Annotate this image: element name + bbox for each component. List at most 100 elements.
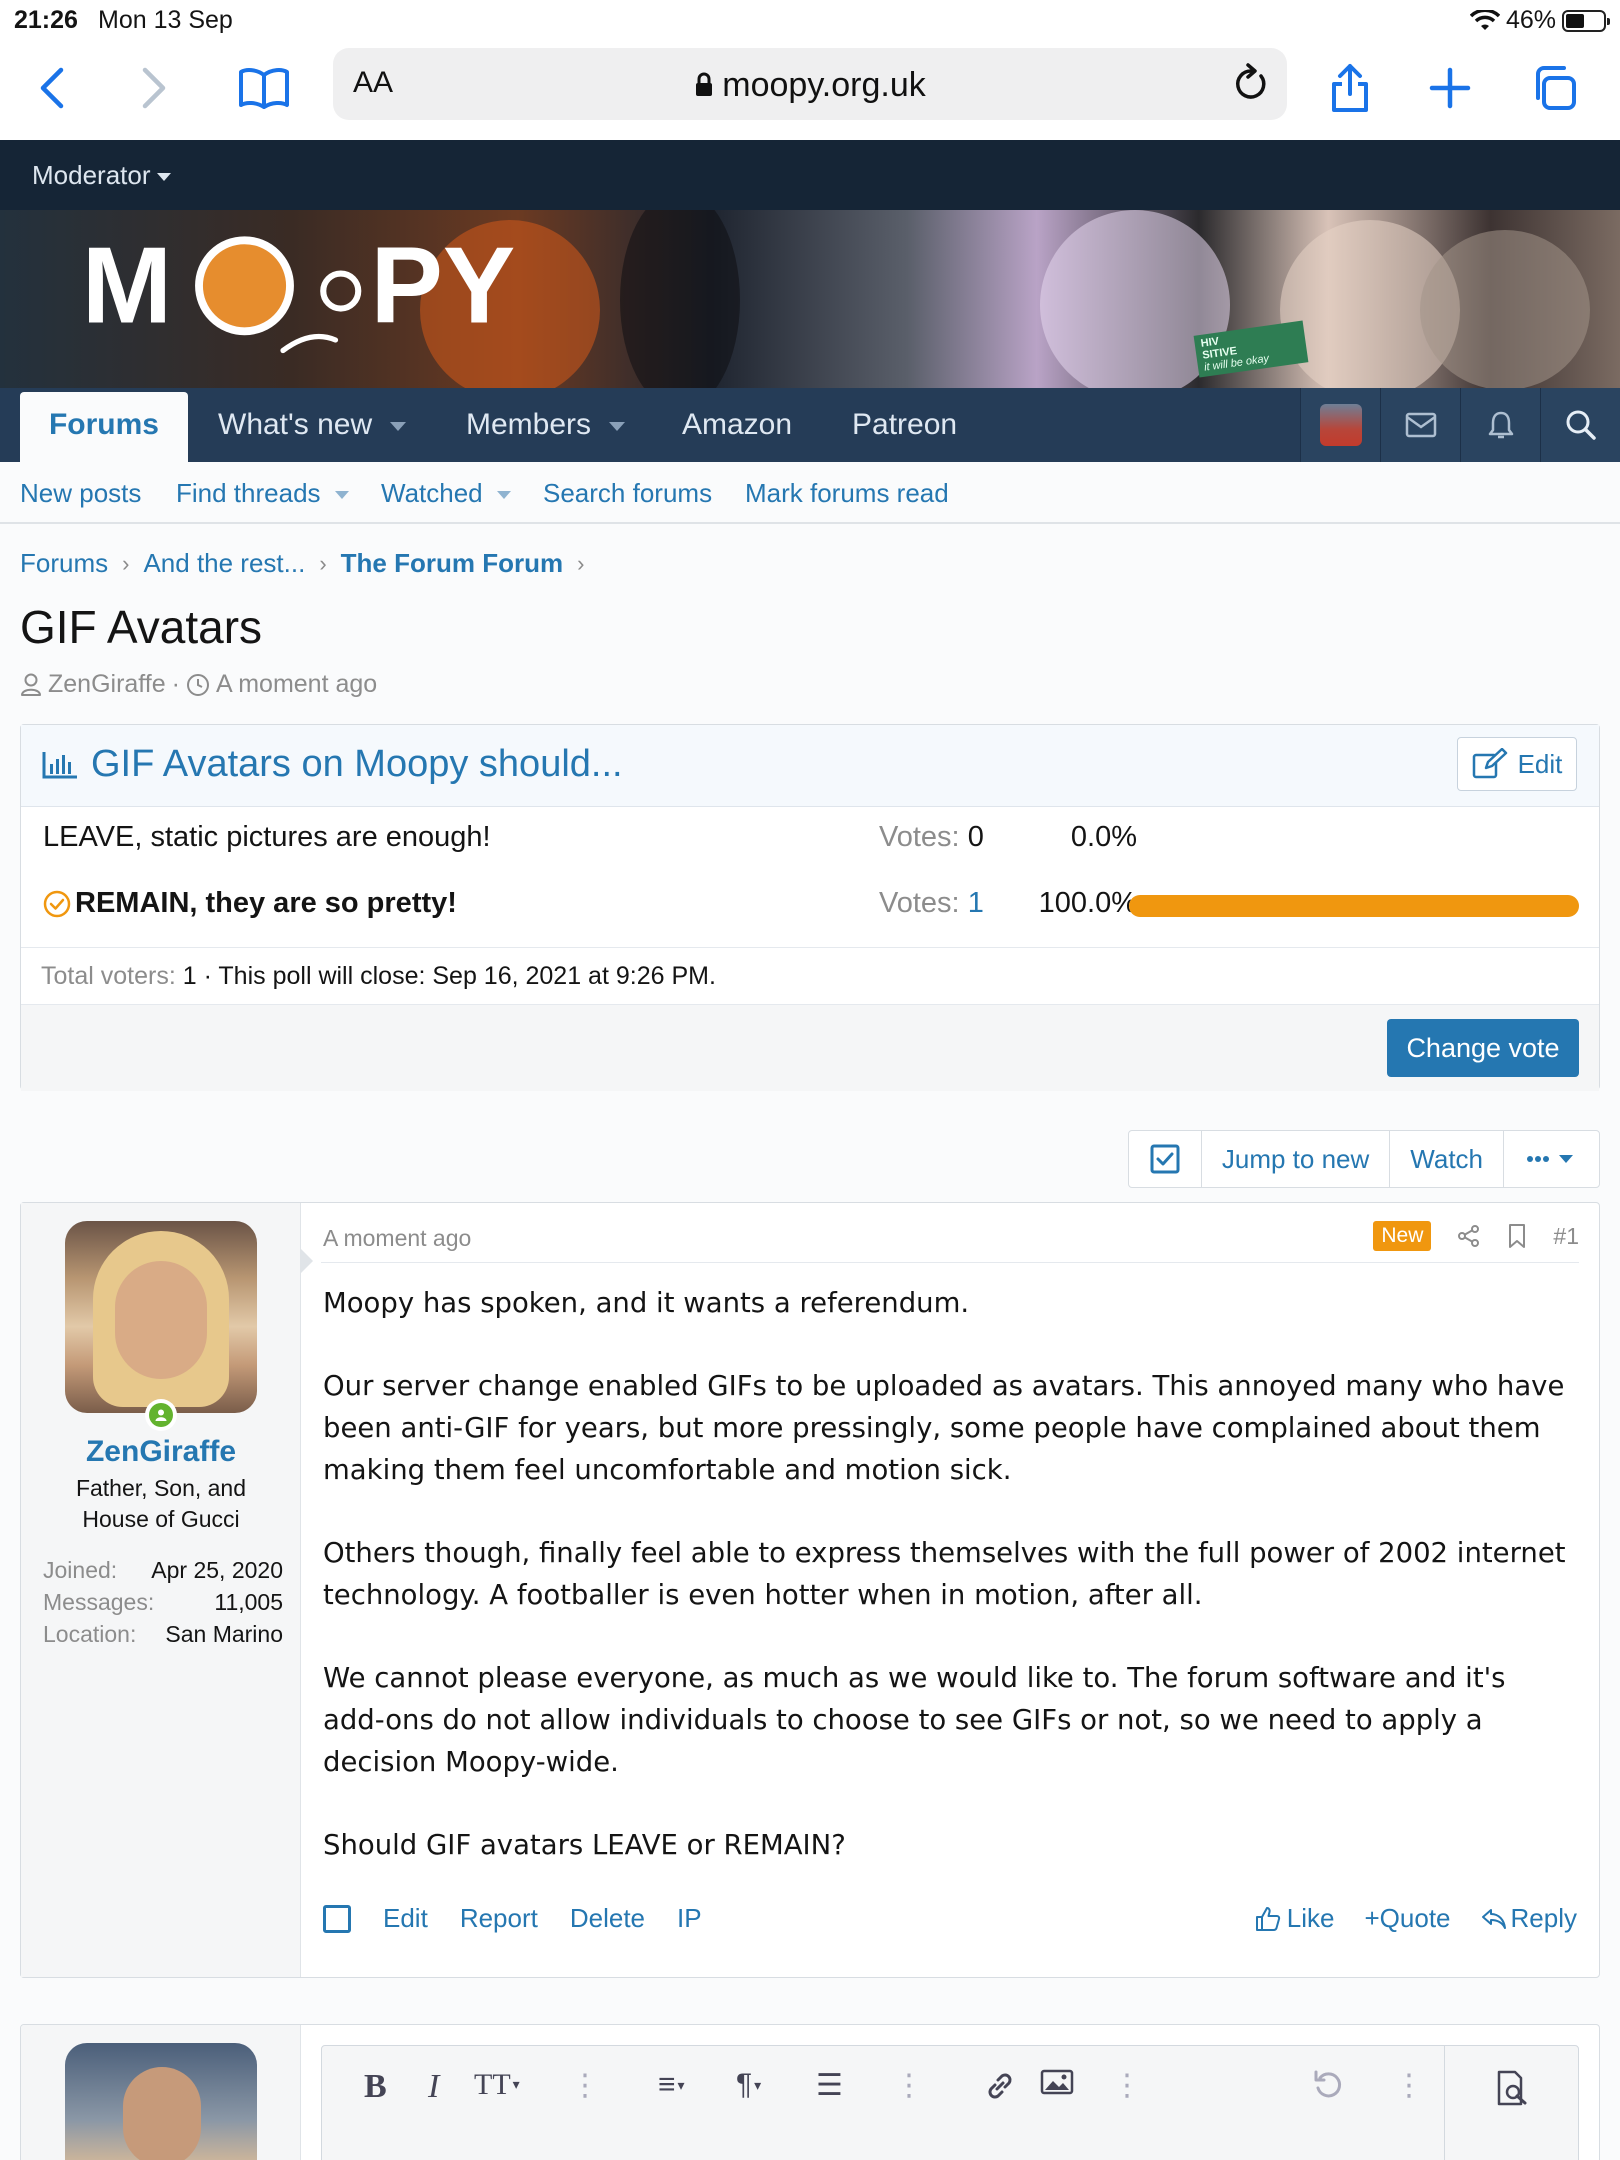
poll-option-label: LEAVE, static pictures are enough! [43, 821, 491, 853]
mark-forums-read-link[interactable]: Mark forums read [745, 478, 949, 509]
share-icon[interactable] [1457, 1224, 1481, 1248]
poll-option-label: REMAIN, they are so pretty! [43, 887, 457, 920]
report-link[interactable]: Report [460, 1903, 538, 1934]
avatar[interactable] [65, 2043, 257, 2160]
watched-link[interactable]: Watched [381, 478, 511, 509]
back-icon[interactable] [22, 58, 82, 118]
account-avatar-button[interactable] [1300, 388, 1380, 462]
find-threads-link[interactable]: Find threads [176, 478, 349, 509]
bookmarks-icon[interactable] [234, 58, 294, 118]
post-number[interactable]: #1 [1553, 1223, 1579, 1250]
alerts-button[interactable] [1460, 388, 1540, 462]
post-body: Moopy has spoken, and it wants a referen… [323, 1283, 1569, 1908]
new-posts-link[interactable]: New posts [20, 478, 141, 509]
select-thread-button[interactable] [1129, 1131, 1201, 1187]
jump-to-new-button[interactable]: Jump to new [1200, 1131, 1389, 1187]
link-icon[interactable] [982, 2068, 1018, 2104]
poll-option-percent: 100.0% [1038, 887, 1137, 919]
bell-icon [1488, 411, 1513, 439]
quick-reply: B I TT ▾ ⋮ ≡ ▾ ¶ ▾ ☰ ⋮ ⋮ ⋮ [20, 2024, 1600, 2160]
more-icon[interactable]: ⋮ [1112, 2068, 1142, 2103]
user-title: Father, Son, and House of Gucci [21, 1473, 301, 1535]
like-button[interactable]: Like [1255, 1903, 1335, 1934]
share-icon[interactable] [1320, 58, 1380, 118]
undo-icon[interactable] [1312, 2068, 1344, 2100]
breadcrumb-forum-forum[interactable]: The Forum Forum [341, 548, 563, 579]
forward-icon[interactable] [124, 58, 184, 118]
search-forums-link[interactable]: Search forums [543, 478, 712, 509]
thread-time[interactable]: A moment ago [216, 670, 377, 699]
poll-title-text: GIF Avatars on Moopy should... [91, 743, 623, 785]
find-threads-label: Find threads [176, 478, 321, 508]
tab-forums[interactable]: Forums [20, 392, 188, 462]
reply-editor[interactable]: B I TT ▾ ⋮ ≡ ▾ ¶ ▾ ☰ ⋮ ⋮ ⋮ [321, 2045, 1579, 2160]
thumbs-up-icon [1255, 1906, 1280, 1931]
list-icon[interactable]: ☰ [816, 2068, 843, 2103]
status-bar: 21:26 Mon 13 Sep 46% [0, 0, 1620, 40]
change-vote-button[interactable]: Change vote [1387, 1019, 1579, 1077]
search-button[interactable] [1540, 388, 1620, 462]
more-icon[interactable]: ⋮ [894, 2068, 924, 2103]
more-options-button[interactable] [1503, 1131, 1599, 1187]
poll-footer: Total voters: 1 · This poll will close: … [21, 947, 1599, 1005]
new-tab-icon[interactable] [1420, 58, 1480, 118]
svg-text:M: M [82, 228, 172, 346]
more-icon[interactable]: ⋮ [570, 2068, 600, 2103]
chevron-down-icon[interactable] [390, 421, 407, 431]
paragraph-icon[interactable]: ¶ ▾ [736, 2068, 761, 2102]
moopy-logo[interactable]: M PY [48, 228, 588, 368]
ip-link[interactable]: IP [677, 1903, 702, 1934]
reply-label: Reply [1510, 1903, 1577, 1933]
post-actions-right: Like +Quote Reply [1255, 1903, 1577, 1934]
reply-button[interactable]: Reply [1481, 1903, 1577, 1934]
poll-edit-button[interactable]: Edit [1457, 737, 1577, 791]
align-icon[interactable]: ≡ ▾ [658, 2068, 685, 2102]
tabs-overview-icon[interactable] [1524, 58, 1584, 118]
text-size-icon[interactable]: TT ▾ [474, 2068, 520, 2102]
select-post-checkbox[interactable] [323, 1904, 351, 1933]
avatar[interactable] [65, 1221, 257, 1413]
stat-value[interactable]: San Marino [165, 1621, 283, 1648]
breadcrumb-forums[interactable]: Forums [20, 548, 108, 579]
tab-amazon[interactable]: Amazon [682, 388, 792, 462]
thread-tools: Jump to new Watch [1127, 1130, 1600, 1188]
edit-post-link[interactable]: Edit [383, 1903, 428, 1934]
thread-author[interactable]: ZenGiraffe [48, 670, 166, 699]
delete-link[interactable]: Delete [570, 1903, 645, 1934]
user-stat-messages: Messages: 11,005 [43, 1589, 283, 1616]
lock-icon [696, 72, 713, 96]
change-vote-label: Change vote [1406, 1032, 1560, 1063]
moderator-menu[interactable]: Moderator [32, 160, 171, 190]
breadcrumb-and-the-rest[interactable]: And the rest... [143, 548, 305, 579]
watch-button[interactable]: Watch [1389, 1131, 1503, 1187]
conversations-button[interactable] [1380, 388, 1460, 462]
chevron-down-icon[interactable] [609, 421, 626, 431]
votes-count: 0 [967, 821, 984, 853]
reload-icon[interactable] [1231, 62, 1271, 106]
chevron-down-icon[interactable] [496, 491, 511, 500]
votes-count-link[interactable]: 1 [968, 887, 984, 919]
bookmark-icon[interactable] [1507, 1223, 1527, 1249]
tab-patreon[interactable]: Patreon [852, 388, 957, 462]
stat-key: Messages: [43, 1589, 155, 1615]
image-icon[interactable] [1040, 2068, 1074, 2096]
watch-label: Watch [1410, 1143, 1483, 1174]
italic-icon[interactable]: I [428, 2068, 439, 2106]
post-time[interactable]: A moment ago [323, 1225, 471, 1252]
quote-button[interactable]: +Quote [1365, 1903, 1451, 1934]
chevron-down-icon[interactable] [334, 491, 349, 500]
more-icon[interactable]: ⋮ [1394, 2068, 1424, 2103]
total-voters-count: 1 [182, 962, 197, 990]
avatar-face [123, 2067, 201, 2160]
address-bar[interactable]: AA moopy.org.uk [333, 48, 1287, 120]
bold-icon[interactable]: B [364, 2068, 387, 2106]
preview-button[interactable] [1444, 2046, 1578, 2160]
stat-value[interactable]: 11,005 [214, 1589, 283, 1616]
tab-members[interactable]: Members [466, 388, 626, 462]
tab-whats-new[interactable]: What's new [218, 388, 407, 462]
post-username[interactable]: ZenGiraffe [21, 1435, 301, 1469]
post-main: A moment ago New #1 Moopy has spoken, an… [321, 1203, 1579, 1977]
post-header: A moment ago New #1 [321, 1203, 1579, 1263]
post-paragraph: Our server change enabled GIFs to be upl… [323, 1370, 1565, 1486]
svg-text:PY: PY [371, 228, 516, 346]
